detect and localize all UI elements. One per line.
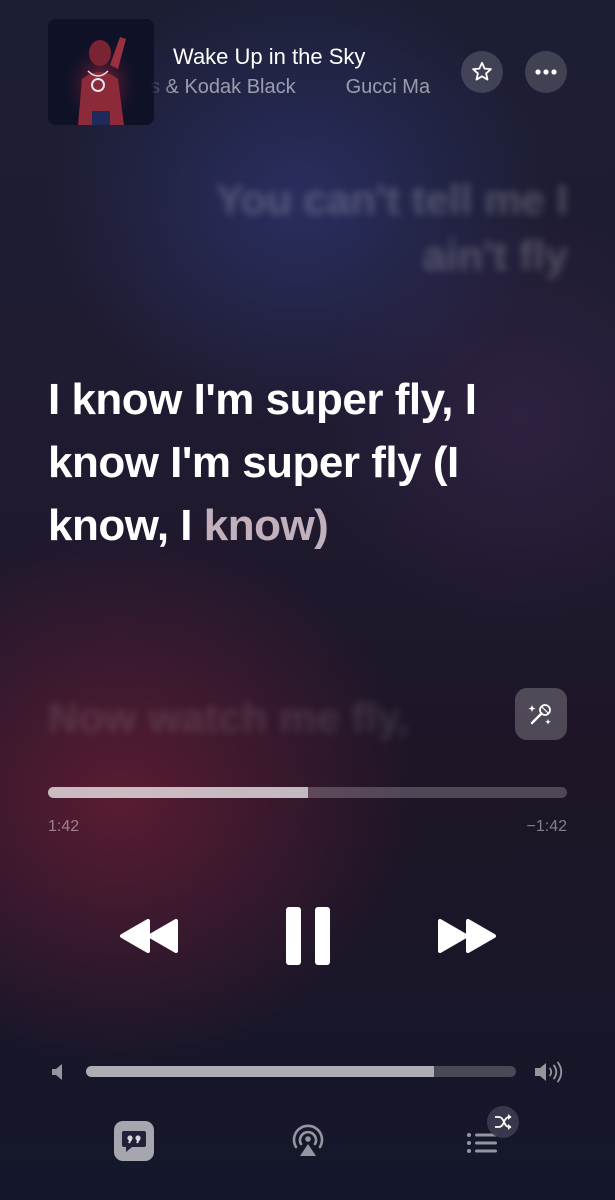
- rewind-icon: [120, 919, 178, 953]
- speaker-high-icon: [535, 1061, 563, 1083]
- volume-slider[interactable]: [86, 1066, 516, 1077]
- airplay-audio-icon: [292, 1124, 324, 1156]
- ellipsis-icon: [535, 69, 557, 75]
- star-icon: [472, 61, 492, 81]
- lyrics-quote-icon: [114, 1121, 154, 1161]
- playback-progress-fill: [48, 787, 308, 798]
- shuffle-icon: [495, 1114, 512, 1130]
- volume-high-button[interactable]: [532, 1059, 568, 1085]
- track-title[interactable]: Wake Up in the Sky: [173, 44, 365, 70]
- airplay-button[interactable]: [288, 1120, 328, 1160]
- artists-text: s & Kodak Black: [150, 76, 296, 98]
- artists-text-next: Gucci Ma: [345, 76, 431, 98]
- lyric-line-current[interactable]: I know I'm super fly, I know I'm super f…: [48, 368, 488, 557]
- speaker-low-icon: [52, 1064, 62, 1080]
- lyric-line-previous[interactable]: You can't tell me I ain't fly: [160, 172, 568, 284]
- fast-forward-button[interactable]: [432, 910, 502, 962]
- rewind-button[interactable]: [114, 910, 184, 962]
- volume-slider-fill: [86, 1066, 435, 1077]
- elapsed-time: 1:42: [48, 818, 80, 835]
- sing-button[interactable]: [515, 688, 567, 740]
- fast-forward-icon: [438, 919, 496, 953]
- album-artwork[interactable]: [48, 19, 154, 125]
- lyrics-button[interactable]: [112, 1119, 156, 1163]
- remaining-time: −1:42: [526, 818, 567, 835]
- album-artwork-image: [48, 19, 154, 125]
- pause-button[interactable]: [276, 900, 340, 972]
- volume-low-button[interactable]: [48, 1061, 70, 1083]
- pause-icon: [286, 907, 330, 965]
- microphone-sparkle-icon: [528, 704, 551, 725]
- more-options-button[interactable]: [525, 51, 567, 93]
- shuffle-badge[interactable]: [487, 1106, 519, 1138]
- lyric-line-next[interactable]: Now watch me fly,: [48, 690, 488, 746]
- playback-progress-bar[interactable]: [48, 787, 567, 798]
- favorite-button[interactable]: [461, 51, 503, 93]
- track-artists-marquee[interactable]: s & Kodak Black Gucci Ma: [150, 76, 452, 104]
- lyric-current-tail: know): [203, 501, 329, 550]
